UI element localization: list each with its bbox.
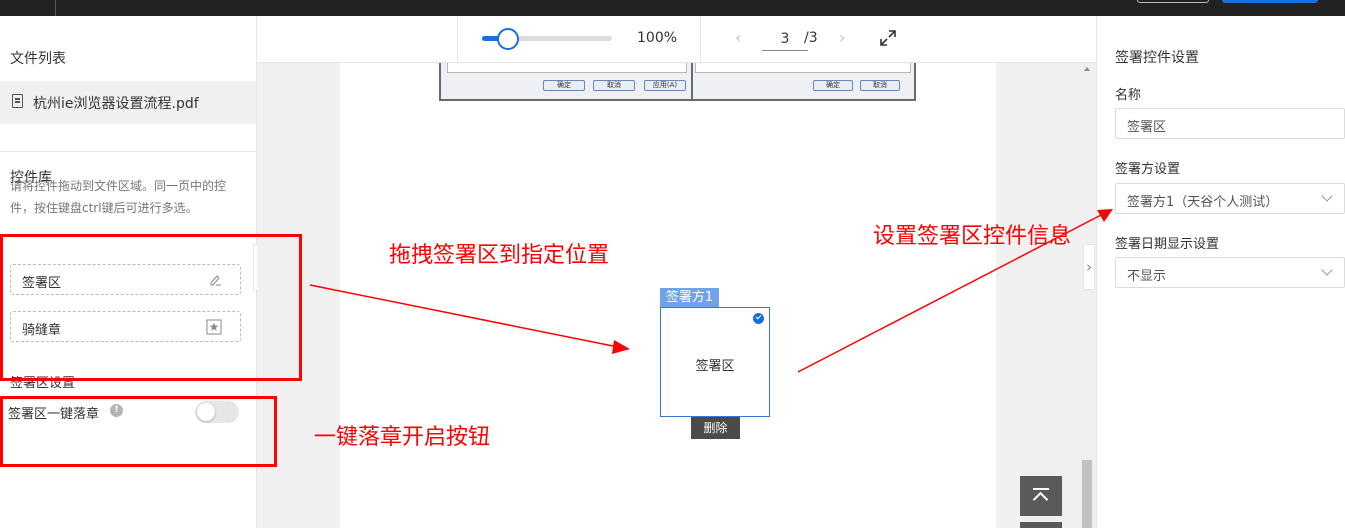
signer-settings-label: 签署方设置 xyxy=(1115,162,1181,177)
top-bar xyxy=(0,0,1345,16)
toolbar-divider xyxy=(457,16,458,63)
chevron-down-icon xyxy=(1321,264,1333,276)
control-settings-title: 签署控件设置 xyxy=(1115,50,1199,66)
file-name: 杭州ie浏览器设置流程.pdf xyxy=(33,96,199,112)
document-viewer: 100% ‹ 3 /3 › 确定 取消 应用(A) 确定 取消 xyxy=(257,16,1096,528)
chevron-down-icon xyxy=(1321,190,1333,202)
back-to-top-button[interactable] xyxy=(1020,476,1062,516)
control-library-description: 请将控件拖动到文件区域。同一页中的控件，按住键盘ctrl键后可进行多选。 xyxy=(10,179,227,215)
signature-field-label: 签署区 xyxy=(695,359,735,374)
signer-select-value: 签署方1（天谷个人测试） xyxy=(1127,195,1279,210)
signer-select[interactable]: 签署方1（天谷个人测试） xyxy=(1115,183,1345,214)
name-label: 名称 xyxy=(1115,88,1142,103)
scroll-down-button[interactable] xyxy=(1020,522,1062,528)
vertical-scrollbar[interactable] xyxy=(1080,63,1093,528)
toggle-hint-annotation: 一键落章开启按钮 xyxy=(314,425,491,450)
top-bar-divider xyxy=(55,0,56,16)
file-list-title: 文件列表 xyxy=(10,51,66,67)
chevron-up-icon xyxy=(1032,491,1049,508)
highlight-one-key-seal xyxy=(0,396,277,467)
date-display-select[interactable]: 不显示 xyxy=(1115,257,1345,288)
previous-page-icon[interactable]: ‹ xyxy=(735,28,741,47)
embedded-divider xyxy=(691,63,693,99)
embedded-screenshot: 确定 取消 应用(A) 确定 取消 xyxy=(439,63,916,101)
document-icon xyxy=(12,94,23,108)
highlight-control-library xyxy=(0,234,302,381)
name-input[interactable]: 签署区 xyxy=(1115,108,1345,139)
page-total: /3 xyxy=(804,30,818,46)
date-display-select-value: 不显示 xyxy=(1127,269,1167,284)
embedded-panel xyxy=(695,63,911,73)
delete-button[interactable]: 删除 xyxy=(691,417,740,439)
back-to-top-icon xyxy=(1033,488,1049,490)
divider xyxy=(0,151,256,152)
zoom-slider-handle[interactable] xyxy=(497,28,519,50)
drag-hint-annotation: 拖拽签署区到指定位置 xyxy=(389,243,610,268)
signer-tag: 签署方1 xyxy=(660,288,719,308)
collapse-right-panel-button[interactable]: › xyxy=(1083,244,1095,290)
embedded-ok-button: 确定 xyxy=(543,80,585,91)
page-number-input[interactable]: 3 xyxy=(762,29,808,51)
embedded-ok-button: 确定 xyxy=(813,80,853,91)
next-page-icon[interactable]: › xyxy=(839,28,845,47)
selected-check-icon xyxy=(753,313,764,324)
scroll-up-arrow-icon[interactable] xyxy=(1084,67,1090,71)
toolbar-divider xyxy=(700,16,701,63)
zoom-level: 100% xyxy=(637,30,678,46)
signature-field[interactable]: 签署区 xyxy=(660,307,770,417)
name-input-value: 签署区 xyxy=(1127,120,1167,135)
embedded-panel xyxy=(447,63,687,73)
embedded-apply-button: 应用(A) xyxy=(644,80,686,91)
scrollbar-thumb[interactable] xyxy=(1082,460,1092,528)
top-secondary-button[interactable] xyxy=(1137,0,1209,3)
top-primary-button[interactable] xyxy=(1222,0,1318,3)
file-list-item[interactable]: 杭州ie浏览器设置流程.pdf xyxy=(0,81,256,124)
fullscreen-icon[interactable] xyxy=(879,29,897,47)
viewer-toolbar: 100% ‹ 3 /3 › xyxy=(257,16,1096,63)
date-display-label: 签署日期显示设置 xyxy=(1115,237,1220,252)
set-info-annotation: 设置签署区控件信息 xyxy=(873,224,1072,249)
embedded-cancel-button: 取消 xyxy=(860,80,900,91)
embedded-cancel-button: 取消 xyxy=(593,80,635,91)
